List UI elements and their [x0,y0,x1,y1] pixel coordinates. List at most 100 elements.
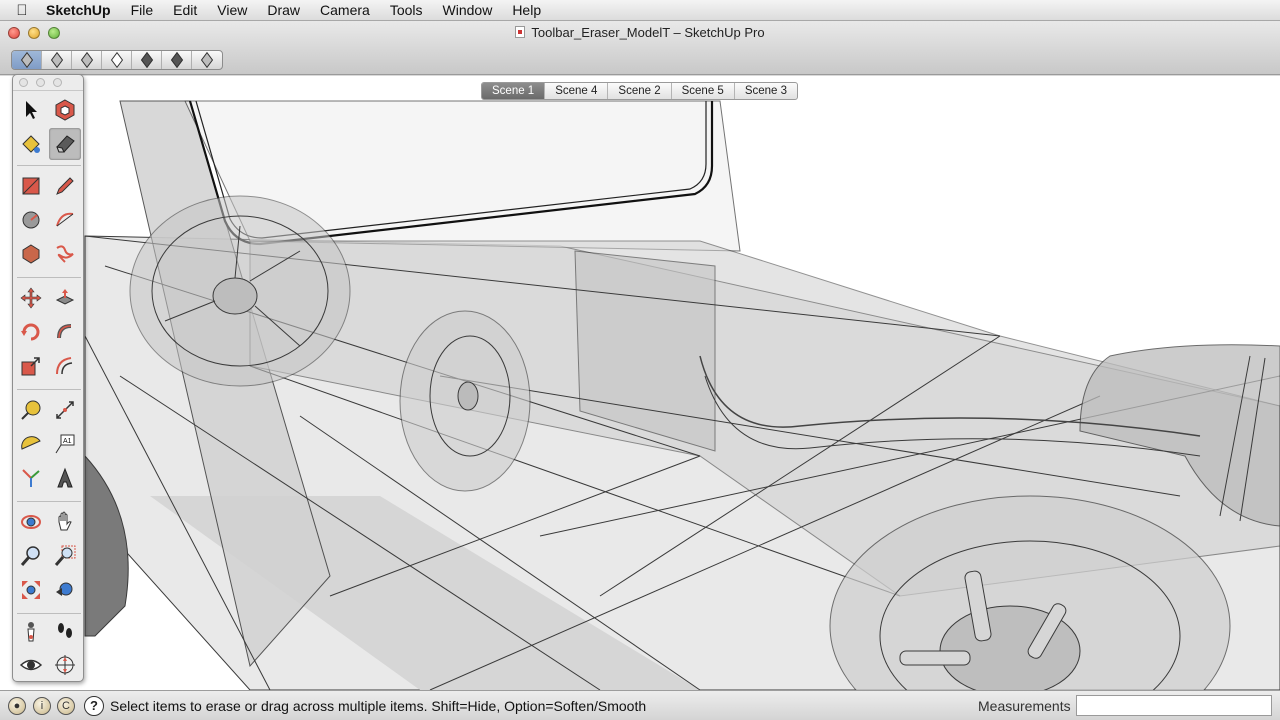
look-around-tool[interactable] [15,649,47,681]
document-icon [515,26,526,38]
credits-icon[interactable]: i [33,697,51,715]
position-camera-tool[interactable] [15,615,47,647]
bottom-view-icon [200,51,214,69]
push-pull-icon [55,289,75,305]
palette-close-button[interactable] [19,78,28,87]
back-view-button[interactable] [132,51,162,69]
tool-group-drawing [13,170,85,270]
menu-edit[interactable]: Edit [163,2,207,18]
tool-group-camera [13,506,85,606]
tool-group-principal [13,94,85,160]
tool-group-walkthrough [13,615,85,681]
measurements-input[interactable] [1076,695,1272,716]
orbit-tool[interactable] [15,506,47,538]
polygon-tool[interactable] [15,238,47,270]
scale-icon [21,357,40,376]
pan-tool[interactable] [49,506,81,538]
protractor-tool[interactable] [15,428,47,460]
instructor-help-icon[interactable]: ? [84,696,104,716]
dimension-icon [56,401,74,419]
front-view-button[interactable] [72,51,102,69]
select-tool[interactable] [15,94,47,126]
make-component-tool[interactable] [49,94,81,126]
footprints-icon [58,623,72,638]
zoom-window-tool[interactable] [49,540,81,572]
tab-scene-1[interactable]: Scene 1 [482,83,546,99]
push-pull-tool[interactable] [49,282,81,314]
line-tool[interactable] [49,170,81,202]
palette-divider [17,501,81,502]
status-message: Select items to erase or drag across mul… [110,698,647,714]
rectangle-tool[interactable] [15,170,47,202]
circle-tool[interactable] [15,204,47,236]
menu-tools[interactable]: Tools [380,2,433,18]
axes-tool[interactable] [15,462,47,494]
right-view-button[interactable] [102,51,132,69]
status-bar: ● i C ? Select items to erase or drag ac… [0,690,1280,720]
palette-minimize-button[interactable] [36,78,45,87]
front-view-icon [80,51,93,69]
large-tool-set-palette: A1 [12,74,84,682]
orbit-icon [21,515,41,529]
scene-tabs: Scene 1 Scene 4 Scene 2 Scene 5 Scene 3 [481,82,799,100]
3d-text-tool[interactable] [49,462,81,494]
palette-zoom-button[interactable] [53,78,62,87]
palette-titlebar[interactable] [13,75,83,91]
paint-bucket-tool[interactable] [15,128,47,160]
menu-camera[interactable]: Camera [310,2,380,18]
tab-scene-2[interactable]: Scene 2 [608,83,672,99]
zoom-tool[interactable] [15,540,47,572]
walk-tool[interactable] [49,615,81,647]
follow-me-tool[interactable] [49,316,81,348]
magnifier-icon [20,546,40,566]
palette-divider [17,165,81,166]
menu-bar:  SketchUp File Edit View Draw Camera To… [0,0,1280,21]
menu-draw[interactable]: Draw [257,2,310,18]
tab-scene-3[interactable]: Scene 3 [735,83,797,99]
previous-view-tool[interactable] [49,574,81,606]
eraser-tool[interactable] [49,128,81,160]
menu-app-name[interactable]: SketchUp [44,2,121,18]
protractor-icon [21,436,41,450]
menu-view[interactable]: View [207,2,257,18]
tape-measure-tool[interactable] [15,394,47,426]
palette-divider [17,389,81,390]
paint-bucket-icon [22,135,40,153]
follow-me-icon [57,324,72,339]
tab-scene-5[interactable]: Scene 5 [672,83,735,99]
model-viewport[interactable] [0,76,1280,690]
zoom-extents-tool[interactable] [15,574,47,606]
section-plane-icon [55,655,75,675]
menu-window[interactable]: Window [433,2,503,18]
move-tool[interactable] [15,282,47,314]
iso-view-button[interactable] [12,51,42,69]
scale-tool[interactable] [15,350,47,382]
menu-file[interactable]: File [121,2,164,18]
measurements-label: Measurements [978,698,1071,714]
dimension-tool[interactable] [49,394,81,426]
apple-icon[interactable]:  [0,2,44,19]
offset-icon [56,357,73,375]
rectangle-icon [22,177,40,195]
back-view-icon [140,51,153,69]
left-view-button[interactable] [162,51,192,69]
geo-location-icon[interactable]: ● [8,697,26,715]
eye-icon [19,659,43,671]
freehand-icon [56,245,74,263]
section-plane-tool[interactable] [49,649,81,681]
zoom-extents-icon [22,581,40,599]
iso-view-icon [20,51,33,69]
tool-group-modification [13,282,85,382]
top-view-button[interactable] [42,51,72,69]
tab-scene-4[interactable]: Scene 4 [545,83,609,99]
menu-help[interactable]: Help [502,2,551,18]
text-tool[interactable]: A1 [49,428,81,460]
arc-tool[interactable] [49,204,81,236]
rotate-tool[interactable] [15,316,47,348]
offset-tool[interactable] [49,350,81,382]
freehand-tool[interactable] [49,238,81,270]
palette-divider [17,613,81,614]
bottom-view-button[interactable] [192,51,222,69]
top-view-icon [50,51,63,69]
copyright-icon[interactable]: C [57,697,75,715]
